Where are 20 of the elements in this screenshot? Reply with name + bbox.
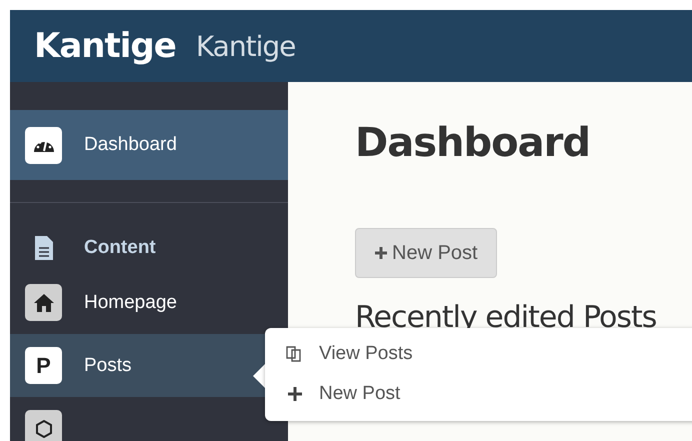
plus-icon (285, 384, 305, 404)
item-label: Posts (84, 354, 132, 376)
letter-icon: P (25, 347, 62, 384)
menu-item[interactable]: View Posts (285, 334, 692, 374)
site-name: Kantige (196, 30, 296, 62)
sidebar-item[interactable]: Dashboard (10, 110, 288, 180)
document-icon (34, 235, 54, 261)
dashboard-gauge-icon (25, 126, 62, 164)
house-icon (25, 284, 62, 321)
sidebar-item[interactable]: Homepage (10, 271, 288, 334)
cube-icon (25, 410, 62, 441)
section-label: Content (84, 237, 156, 259)
section-heading: Recently edited Posts (355, 300, 658, 335)
page-title: Dashboard (355, 120, 591, 166)
plus-icon (374, 246, 388, 260)
brand-title[interactable]: Kantige (34, 26, 176, 66)
item-label: Homepage (84, 292, 177, 314)
item-label: Dashboard (84, 134, 177, 156)
menu-item[interactable]: New Post (285, 374, 692, 414)
new-post-button[interactable]: New Post (355, 228, 497, 278)
